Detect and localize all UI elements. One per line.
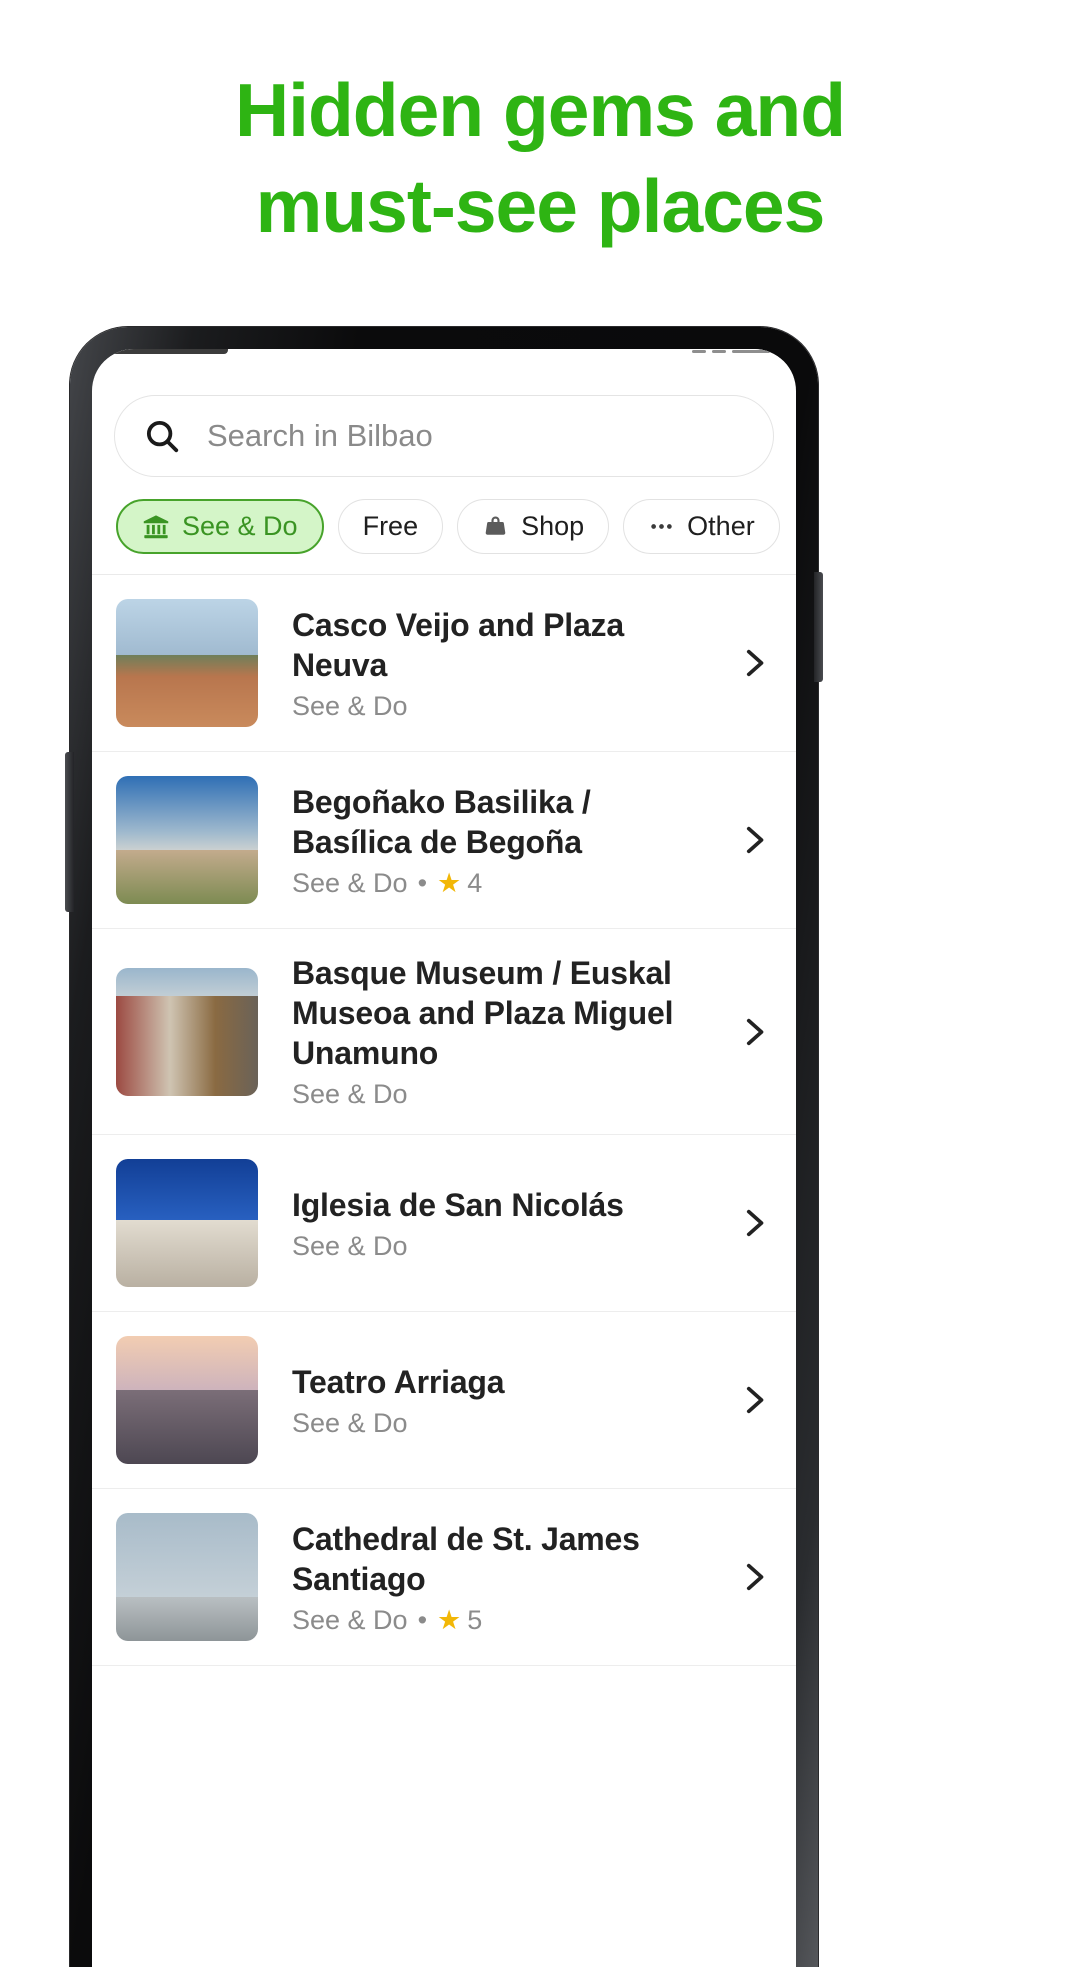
place-rating: 4 — [467, 867, 483, 898]
place-title: Begoñako Basilika / Basílica de Begoña — [292, 783, 591, 860]
thumb-sky — [116, 1336, 258, 1398]
place-thumbnail — [116, 599, 258, 727]
place-category: See & Do — [292, 1604, 408, 1635]
promo-headline: Hidden gems and must-see places — [0, 0, 1080, 254]
place-title: Teatro Arriaga — [292, 1363, 505, 1400]
place-text: Iglesia de San Nicolás See & Do — [258, 1185, 736, 1262]
thumb-ground — [116, 1220, 258, 1287]
place-rating: 5 — [467, 1604, 483, 1635]
chevron-right-icon[interactable] — [736, 1198, 770, 1248]
battery-indicator-icon — [732, 350, 770, 353]
place-thumbnail — [116, 1336, 258, 1464]
place-list-item[interactable]: Casco Veijo and Plaza Neuva See & Do — [92, 575, 796, 752]
place-list-item[interactable]: Begoñako Basilika / Basílica de Begoña S… — [92, 752, 796, 929]
place-subtitle: See & Do • ★ 4 — [292, 868, 718, 899]
thumb-ground — [116, 995, 258, 1096]
place-subtitle: See & Do — [292, 1231, 718, 1262]
filter-chip-shop[interactable]: Shop — [457, 499, 610, 554]
place-category: See & Do — [292, 867, 408, 898]
thumb-sky — [116, 599, 258, 658]
place-thumbnail — [116, 776, 258, 904]
place-thumbnail — [116, 967, 258, 1096]
filter-chips-row: See & Do Free Shop Other — [92, 477, 796, 575]
chevron-right-icon[interactable] — [736, 1007, 770, 1057]
power-button[interactable] — [814, 572, 823, 682]
place-subtitle: See & Do • ★ 5 — [292, 1605, 718, 1636]
filter-chip-label: Other — [687, 511, 755, 541]
thumb-sky — [116, 776, 258, 856]
chevron-right-icon[interactable] — [736, 1375, 770, 1425]
thumb-ground — [116, 1597, 258, 1641]
filter-chip-other[interactable]: Other — [623, 499, 780, 554]
filter-chip-label: Free — [362, 511, 419, 541]
thumb-ground — [116, 850, 258, 904]
phone-mockup: Search in Bilbao See & Do Free Shop Othe… — [65, 327, 823, 1967]
place-text: Basque Museum / Euskal Museoa and Plaza … — [258, 953, 736, 1110]
search-input[interactable]: Search in Bilbao — [114, 395, 774, 477]
place-list-item[interactable]: Iglesia de San Nicolás See & Do — [92, 1135, 796, 1312]
place-title: Basque Museum / Euskal Museoa and Plaza … — [292, 955, 674, 1071]
ellipsis-icon — [648, 513, 675, 540]
filter-chip-free[interactable]: Free — [337, 499, 444, 554]
place-category: See & Do — [292, 1407, 408, 1438]
volume-button[interactable] — [65, 752, 74, 912]
place-list-item[interactable]: Teatro Arriaga See & Do — [92, 1312, 796, 1489]
separator-dot: • — [417, 867, 428, 898]
place-text: Begoñako Basilika / Basílica de Begoña S… — [258, 782, 736, 899]
separator-dot: • — [417, 1604, 428, 1635]
thumb-ground — [116, 1389, 258, 1464]
place-category: See & Do — [292, 1079, 408, 1109]
place-subtitle: See & Do — [292, 1079, 718, 1110]
chevron-right-icon[interactable] — [736, 638, 770, 688]
search-placeholder: Search in Bilbao — [207, 418, 433, 453]
thumb-sky — [116, 1513, 258, 1603]
place-title: Cathedral de St. James Santiago — [292, 1520, 640, 1597]
place-subtitle: See & Do — [292, 1408, 718, 1439]
place-thumbnail — [116, 1159, 258, 1287]
filter-chip-see-and-do[interactable]: See & Do — [116, 499, 324, 554]
star-icon: ★ — [437, 1604, 462, 1635]
place-text: Cathedral de St. James Santiago See & Do… — [258, 1519, 736, 1636]
bag-icon — [482, 513, 509, 540]
place-category: See & Do — [292, 1230, 408, 1261]
wifi-indicator-icon — [712, 350, 726, 353]
status-bar — [92, 349, 796, 377]
chevron-right-icon[interactable] — [736, 1552, 770, 1602]
status-bar-indicators — [692, 350, 770, 353]
place-text: Teatro Arriaga See & Do — [258, 1362, 736, 1439]
place-list-item[interactable]: Cathedral de St. James Santiago See & Do… — [92, 1489, 796, 1666]
search-icon — [143, 417, 181, 455]
place-text: Casco Veijo and Plaza Neuva See & Do — [258, 605, 736, 722]
signal-indicator-icon — [692, 350, 706, 353]
search-area: Search in Bilbao — [92, 377, 796, 477]
headline-line-1: Hidden gems and — [234, 68, 846, 152]
place-title: Iglesia de San Nicolás — [292, 1186, 624, 1223]
filter-chip-label: Shop — [521, 511, 585, 541]
thumb-sky — [116, 1159, 258, 1226]
place-list: Casco Veijo and Plaza Neuva See & Do Beg… — [92, 575, 796, 1666]
place-subtitle: See & Do — [292, 691, 718, 722]
star-icon: ★ — [437, 867, 462, 898]
thumb-ground — [116, 655, 258, 727]
place-thumbnail — [116, 1513, 258, 1641]
place-title: Casco Veijo and Plaza Neuva — [292, 606, 624, 683]
museum-icon — [142, 513, 170, 541]
place-list-item[interactable]: Basque Museum / Euskal Museoa and Plaza … — [92, 929, 796, 1135]
status-bar-pill — [110, 349, 228, 354]
phone-screen: Search in Bilbao See & Do Free Shop Othe… — [92, 349, 796, 1967]
chevron-right-icon[interactable] — [736, 815, 770, 865]
headline-line-2: must-see places — [255, 164, 826, 248]
place-category: See & Do — [292, 690, 408, 721]
filter-chip-label: See & Do — [182, 511, 298, 541]
